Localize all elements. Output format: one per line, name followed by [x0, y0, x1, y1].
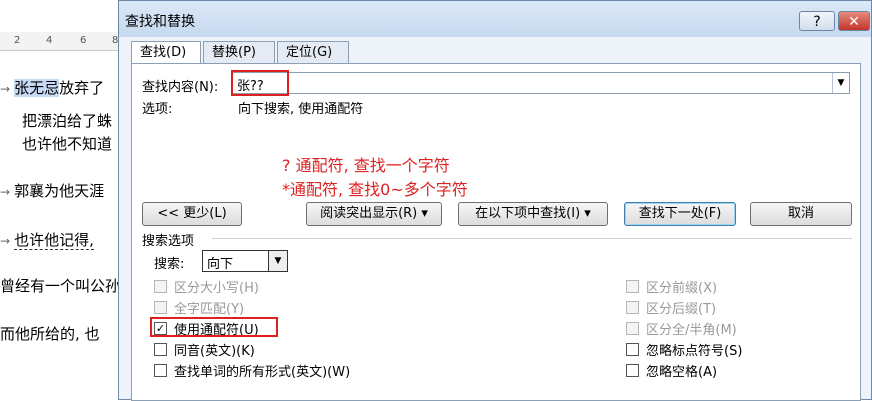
- match-case-checkbox[interactable]: [154, 280, 167, 293]
- doc-line: 而他所给的, 也: [0, 325, 100, 343]
- dialog-title: 查找和替换: [125, 14, 195, 30]
- options-label: 选项:: [142, 102, 173, 117]
- find-input[interactable]: 张?? ▼: [232, 72, 850, 94]
- find-next-button[interactable]: 查找下一处(F): [624, 202, 736, 226]
- options-value: 向下搜索, 使用通配符: [238, 102, 364, 117]
- match-suffix-label: 区分后缀(T): [646, 302, 717, 317]
- divider: [212, 238, 852, 239]
- chevron-down-icon[interactable]: ▼: [268, 251, 287, 271]
- sounds-like-label: 同音(英文)(K): [174, 344, 255, 359]
- ignore-whitespace-label: 忽略空格(A): [646, 365, 718, 380]
- sounds-like-checkbox[interactable]: [154, 343, 167, 356]
- find-label: 查找内容(N):: [142, 80, 219, 95]
- find-in-button[interactable]: 在以下项中查找(I) ▾: [458, 202, 608, 226]
- ruler-tick: 4: [46, 35, 53, 46]
- ruler-tick: 2: [14, 35, 21, 46]
- annotation-note: ? 通配符, 查找一个字符: [282, 156, 450, 175]
- tab-find[interactable]: 查找(D): [131, 41, 201, 65]
- word-forms-checkbox[interactable]: [154, 364, 167, 377]
- ignore-whitespace-checkbox[interactable]: [626, 364, 639, 377]
- whole-word-checkbox[interactable]: [154, 301, 167, 314]
- search-direction-value: 向下: [207, 257, 234, 272]
- tab-replace[interactable]: 替换(P): [203, 41, 275, 63]
- search-direction-select[interactable]: 向下 ▼: [202, 250, 288, 272]
- doc-line: → 也许他记得,: [0, 231, 94, 250]
- doc-line: → 郭襄为他天涯: [0, 182, 105, 200]
- match-width-label: 区分全/半角(M): [646, 323, 737, 338]
- annotation-note: *通配符, 查找0~多个字符: [282, 180, 468, 199]
- search-direction-label: 搜索:: [154, 257, 185, 272]
- less-button[interactable]: << 更少(L): [142, 202, 242, 226]
- chevron-down-icon[interactable]: ▼: [832, 73, 849, 93]
- ruler: 2 4 6 8: [0, 32, 130, 51]
- document-area: 2 4 6 8 → 张无忌放弃了 把漂泊给了蛛 也许他不知道 → 郭襄为他天涯 → 也…: [0, 0, 130, 400]
- tab-goto[interactable]: 定位(G): [277, 41, 349, 63]
- match-prefix-label: 区分前缀(X): [646, 281, 718, 296]
- ruler-tick: 6: [80, 35, 87, 46]
- annotation-highlight-box: [231, 70, 289, 96]
- search-options-label: 搜索选项: [142, 234, 195, 249]
- find-panel: 查找内容(N): 张?? ▼ 选项: 向下搜索, 使用通配符 ? 通配符, 查找…: [131, 63, 861, 401]
- match-suffix-checkbox[interactable]: [626, 301, 639, 314]
- whole-word-label: 全字匹配(Y): [174, 302, 245, 317]
- word-forms-label: 查找单词的所有形式(英文)(W): [174, 365, 351, 380]
- doc-line: 也许他不知道: [22, 135, 113, 153]
- close-button[interactable]: ✕: [838, 11, 870, 31]
- cancel-button[interactable]: 取消: [750, 202, 852, 226]
- match-width-checkbox[interactable]: [626, 322, 639, 335]
- match-case-label: 区分大小写(H): [174, 281, 259, 296]
- title-bar[interactable]: 查找和替换 ? ✕: [119, 1, 871, 37]
- help-button[interactable]: ?: [799, 11, 835, 31]
- doc-line: 把漂泊给了蛛: [22, 112, 113, 130]
- ignore-punctuation-label: 忽略标点符号(S): [646, 344, 743, 359]
- reading-highlight-button[interactable]: 阅读突出显示(R) ▾: [306, 202, 442, 226]
- ignore-punctuation-checkbox[interactable]: [626, 343, 639, 356]
- doc-line: 曾经有一个叫公孙: [0, 277, 121, 295]
- match-prefix-checkbox[interactable]: [626, 280, 639, 293]
- doc-line: → 张无忌放弃了: [0, 79, 105, 97]
- annotation-highlight-box: [150, 317, 278, 337]
- find-replace-dialog: 查找和替换 ? ✕ 查找(D) 替换(P) 定位(G) 查找内容(N): 张??…: [118, 0, 872, 401]
